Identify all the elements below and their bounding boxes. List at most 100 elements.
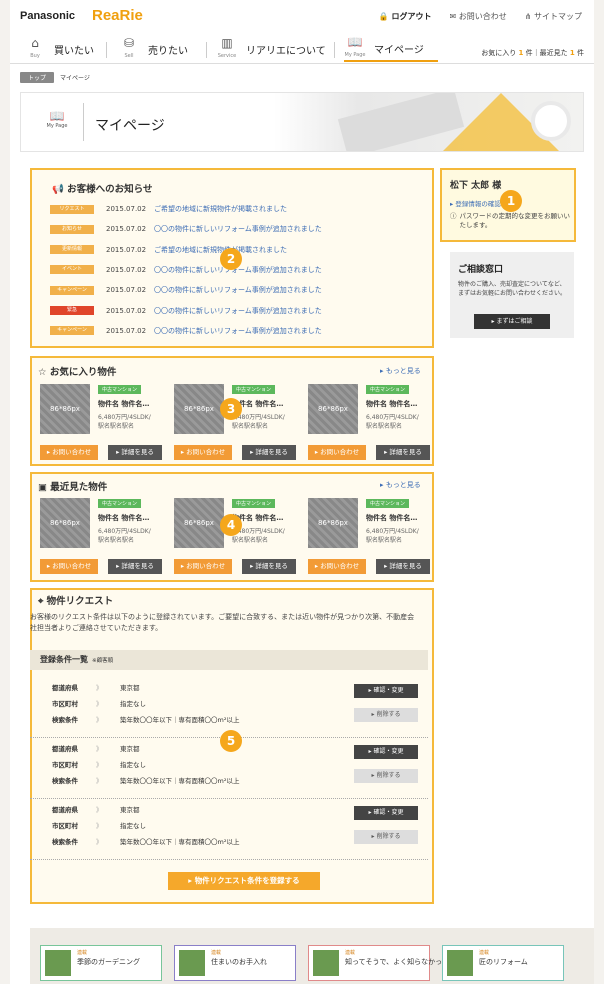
property-thumbnail[interactable]: 86*86px — [40, 498, 90, 548]
notice-row[interactable]: イベント 2015.07.02 〇〇の物件に新しいリフォーム事例が追加されました — [50, 265, 322, 275]
nav-item-sell[interactable]: ⛁ Sell 売りたい — [118, 36, 188, 62]
footer-series: 連載 季節のガーデニング 連載 住まいのお手入れ 連載 知ってそうで、よく知らなかった中古… — [30, 928, 594, 984]
notice-date: 2015.07.02 — [106, 286, 147, 295]
detail-button[interactable]: ▸ 詳細を見る — [242, 559, 296, 574]
notice-text[interactable]: 〇〇の物件に新しいリフォーム事例が追加されました — [154, 326, 322, 336]
consult-text: 物件のご購入、売却査定についてなど、まずはお気軽にお問い合わせください。 — [458, 281, 567, 297]
request-description: お客様のリクエスト条件は以下のように登録されています。ご要望に合致する、または近… — [30, 613, 415, 632]
sitemap-link[interactable]: ⋔ サイトマップ — [525, 11, 582, 22]
condition-row: 市区町村》指定なし — [52, 700, 146, 708]
property-thumbnail[interactable]: 86*86px — [174, 498, 224, 548]
fav-recent-counts[interactable]: お気に入り 1 件｜最近見た 1 件 — [481, 48, 584, 58]
notice-row[interactable]: 緊急 2015.07.02 〇〇の物件に新しいリフォーム事例が追加されました — [50, 306, 322, 316]
notice-text[interactable]: ご希望の地域に新規物件が掲載されました — [154, 204, 287, 214]
breadcrumb: トップ マイページ — [20, 72, 90, 83]
detail-button[interactable]: ▸ 詳細を見る — [376, 445, 430, 460]
building-icon: ▥ Service — [217, 36, 237, 59]
notice-row[interactable]: キャンペーン 2015.07.02 〇〇の物件に新しいリフォーム事例が追加されました — [50, 285, 322, 295]
detail-button[interactable]: ▸ 詳細を見る — [242, 445, 296, 460]
property-thumbnail[interactable]: 86*86px — [308, 384, 358, 434]
property-name[interactable]: 物件名 物件名… — [98, 513, 149, 523]
property-name[interactable]: 物件名 物件名… — [98, 399, 149, 409]
notice-tag: リクエスト — [50, 204, 94, 214]
confirm-change-button[interactable]: ▸ 確認・変更 — [354, 806, 418, 820]
property-card: 86*86px 中古マンション 物件名 物件名… 6,480万円/4SLDK/駅名駅名… — [40, 384, 164, 484]
consult-button[interactable]: ▸ まずはご相談 — [474, 314, 550, 329]
nav-item-service[interactable]: ▥ Service リアリエについて — [216, 36, 326, 62]
series-card[interactable]: 連載 住まいのお手入れ — [174, 945, 296, 981]
contact-button[interactable]: ▸ お問い合わせ — [308, 445, 366, 460]
book-icon: 📖 My Page — [344, 35, 366, 58]
recent-more-link[interactable]: ▸ もっと見る — [380, 480, 421, 490]
notice-date: 2015.07.02 — [106, 225, 147, 234]
panasonic-logo[interactable]: Panasonic — [20, 10, 75, 22]
nav-divider — [206, 42, 207, 58]
detail-button[interactable]: ▸ 詳細を見る — [108, 559, 162, 574]
annotation-badge: 4 — [220, 514, 242, 536]
notice-row[interactable]: リクエスト 2015.07.02 ご希望の地域に新規物件が掲載されました — [50, 204, 287, 214]
breadcrumb-home[interactable]: トップ — [20, 72, 55, 83]
notice-tag: キャンペーン — [50, 326, 94, 336]
notices-title: 📢 お客様へのお知らせ — [52, 184, 153, 195]
notice-text[interactable]: 〇〇の物件に新しいリフォーム事例が追加されました — [154, 224, 322, 234]
confirm-change-button[interactable]: ▸ 確認・変更 — [354, 684, 418, 698]
property-type-badge: 中古マンション — [98, 499, 142, 508]
delete-button[interactable]: ▸ 削除する — [354, 769, 418, 783]
series-card[interactable]: 連載 匠のリフォーム — [442, 945, 564, 981]
logout-link[interactable]: 🔒 ログアウト — [379, 11, 432, 22]
series-title: 住まいのお手入れ — [211, 958, 267, 966]
series-card[interactable]: 連載 知ってそうで、よく知らなかった中古住宅 — [308, 945, 477, 981]
property-type-badge: 中古マンション — [366, 499, 410, 508]
property-card: 86*86px 中古マンション 物件名 物件名… 6,480万円/4SLDK/駅名駅名… — [174, 498, 298, 598]
property-price: 6,480万円/4SLDK/駅名駅名駅名 — [232, 414, 285, 430]
notice-text[interactable]: 〇〇の物件に新しいリフォーム事例が追加されました — [154, 285, 322, 295]
page-banner: 📖 My Page マイページ — [20, 92, 584, 152]
confirm-change-button[interactable]: ▸ 確認・変更 — [354, 745, 418, 759]
notice-row[interactable]: キャンペーン 2015.07.02 〇〇の物件に新しいリフォーム事例が追加されました — [50, 326, 322, 336]
property-thumbnail[interactable]: 86*86px — [308, 498, 358, 548]
nav-item-mypage[interactable]: 📖 My Page マイページ — [344, 35, 438, 62]
nav-divider — [106, 42, 107, 58]
series-thumbnail — [45, 950, 71, 976]
contact-button[interactable]: ▸ お問い合わせ — [308, 559, 366, 574]
notice-tag: お知らせ — [50, 224, 94, 234]
condition-row: 検索条件》築年数〇〇年以下｜専有面積〇〇m²以上 — [52, 838, 240, 846]
series-card[interactable]: 連載季節のガーデニング — [40, 945, 162, 981]
notice-row[interactable]: お知らせ 2015.07.02 〇〇の物件に新しいリフォーム事例が追加されました — [50, 224, 322, 234]
series-tag: 連載 — [345, 950, 356, 956]
favorites-title: ☆ お気に入り物件 — [38, 367, 117, 378]
house-icon: ⌂ Buy — [30, 36, 40, 59]
delete-button[interactable]: ▸ 削除する — [354, 708, 418, 722]
property-name[interactable]: 物件名 物件名… — [366, 399, 417, 409]
condition-block: 都道府県》東京都 市区町村》指定なし 検索条件》築年数〇〇年以下｜専有面積〇〇m²以… — [30, 678, 428, 738]
property-thumbnail[interactable]: 86*86px — [174, 384, 224, 434]
detail-button[interactable]: ▸ 詳細を見る — [108, 445, 162, 460]
contact-button[interactable]: ▸ お問い合わせ — [40, 559, 98, 574]
notice-text[interactable]: 〇〇の物件に新しいリフォーム事例が追加されました — [154, 306, 322, 316]
property-price: 6,480万円/4SLDK/駅名駅名駅名 — [98, 528, 151, 544]
property-thumbnail[interactable]: 86*86px — [40, 384, 90, 434]
rearie-logo[interactable]: ReaRie — [92, 7, 143, 24]
delete-button[interactable]: ▸ 削除する — [354, 830, 418, 844]
detail-button[interactable]: ▸ 詳細を見る — [376, 559, 430, 574]
breadcrumb-current: マイページ — [60, 75, 90, 82]
request-title: ⌖ 物件リクエスト — [38, 596, 114, 607]
contact-button[interactable]: ▸ お問い合わせ — [40, 445, 98, 460]
nav-item-buy[interactable]: ⌂ Buy 買いたい — [24, 36, 94, 62]
contact-link[interactable]: ✉ お問い合わせ — [450, 11, 507, 22]
user-name: 松下 太郎 様 — [450, 181, 502, 191]
series-title: 匠のリフォーム — [479, 958, 528, 966]
notice-row[interactable]: 更新情報 2015.07.02 ご希望の地域に新規物件が掲載されました — [50, 245, 287, 255]
favorites-more-link[interactable]: ▸ もっと見る — [380, 366, 421, 376]
contact-button[interactable]: ▸ お問い合わせ — [174, 559, 232, 574]
header: Panasonic ReaRie 🔒 ログアウト ✉ お問い合わせ ⋔ サイトマ… — [10, 0, 594, 34]
property-type-badge: 中古マンション — [232, 499, 276, 508]
register-request-button[interactable]: ▸ 物件リクエスト条件を登録する — [168, 872, 320, 890]
notice-tag: 更新情報 — [50, 245, 94, 255]
contact-button[interactable]: ▸ お問い合わせ — [174, 445, 232, 460]
series-title: 季節のガーデニング — [77, 958, 140, 966]
condition-row: 都道府県》東京都 — [52, 745, 140, 753]
sitemap-icon: ⋔ — [524, 12, 532, 21]
series-tag: 連載 — [77, 950, 88, 956]
property-name[interactable]: 物件名 物件名… — [366, 513, 417, 523]
